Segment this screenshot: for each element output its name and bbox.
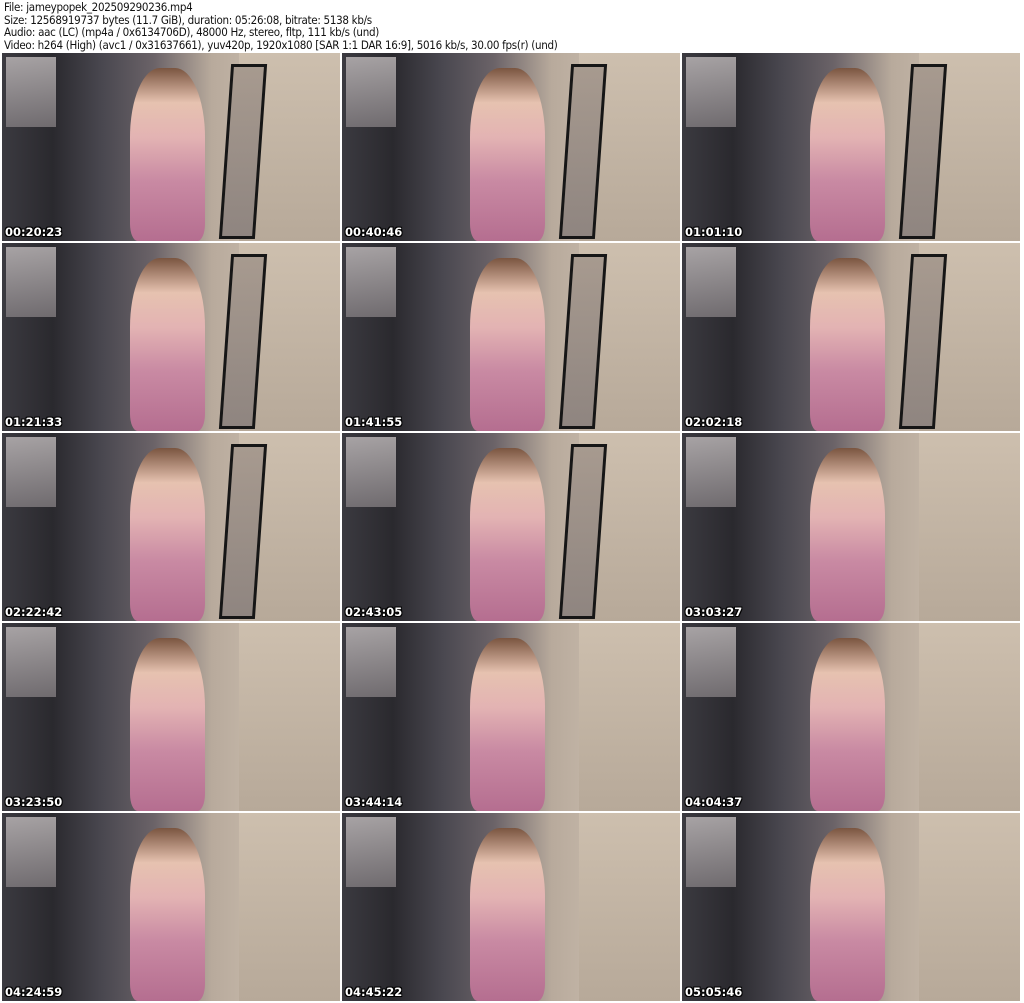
thumbnail-timestamp: 01:41:55 (345, 415, 403, 429)
thumbnail-grid: 00:20:23 00:40:46 01:01:10 01:21:33 01:41:55… (2, 53, 1020, 1001)
stream-overlay (346, 437, 396, 507)
video-thumbnail: 05:05:46 (682, 813, 1020, 1001)
person-figure (130, 448, 205, 621)
video-thumbnail: 02:22:42 (2, 433, 340, 621)
stream-overlay (346, 817, 396, 887)
room-wall (238, 813, 340, 1001)
stream-overlay (346, 57, 396, 127)
stream-overlay (686, 627, 736, 697)
thumbnail-timestamp: 05:05:46 (685, 985, 743, 999)
person-figure (470, 258, 545, 431)
room-wall (578, 623, 680, 811)
person-figure (470, 638, 545, 811)
video-thumbnail: 02:43:05 (342, 433, 680, 621)
person-figure (130, 258, 205, 431)
stream-overlay (6, 57, 56, 127)
thumbnail-timestamp: 01:21:33 (5, 415, 63, 429)
file-name: File: jameypopek_202509290236.mp4 (4, 0, 193, 14)
stream-overlay (6, 437, 56, 507)
room-wall (918, 623, 1020, 811)
person-figure (470, 828, 545, 1001)
thumbnail-timestamp: 04:45:22 (345, 985, 403, 999)
person-figure (130, 828, 205, 1001)
room-wall (918, 433, 1020, 621)
thumbnail-timestamp: 00:40:46 (345, 225, 403, 239)
thumbnail-timestamp: 02:22:42 (5, 605, 63, 619)
audio-info: Audio: aac (LC) (mp4a / 0x6134706D), 480… (4, 25, 379, 39)
room-wall (918, 813, 1020, 1001)
file-info-header: File: jameypopek_202509290236.mp4 Size: … (4, 1, 558, 51)
thumbnail-timestamp: 03:23:50 (5, 795, 63, 809)
video-thumbnail: 01:21:33 (2, 243, 340, 431)
video-thumbnail: 03:03:27 (682, 433, 1020, 621)
person-figure (810, 258, 885, 431)
person-figure (810, 828, 885, 1001)
thumbnail-timestamp: 00:20:23 (5, 225, 63, 239)
thumbnail-timestamp: 04:24:59 (5, 985, 63, 999)
video-thumbnail: 04:24:59 (2, 813, 340, 1001)
stream-overlay (686, 57, 736, 127)
room-wall (238, 623, 340, 811)
video-thumbnail: 04:45:22 (342, 813, 680, 1001)
stream-overlay (346, 247, 396, 317)
stream-overlay (686, 247, 736, 317)
person-figure (470, 68, 545, 241)
video-thumbnail: 01:01:10 (682, 53, 1020, 241)
person-figure (810, 638, 885, 811)
stream-overlay (346, 627, 396, 697)
stream-overlay (686, 437, 736, 507)
stream-overlay (6, 817, 56, 887)
thumbnail-timestamp: 02:43:05 (345, 605, 403, 619)
video-thumbnail: 03:44:14 (342, 623, 680, 811)
video-thumbnail: 00:40:46 (342, 53, 680, 241)
video-thumbnail: 03:23:50 (2, 623, 340, 811)
video-thumbnail: 04:04:37 (682, 623, 1020, 811)
thumbnail-timestamp: 03:03:27 (685, 605, 743, 619)
room-wall (578, 813, 680, 1001)
person-figure (470, 448, 545, 621)
video-thumbnail: 00:20:23 (2, 53, 340, 241)
video-thumbnail: 01:41:55 (342, 243, 680, 431)
person-figure (130, 68, 205, 241)
thumbnail-timestamp: 01:01:10 (685, 225, 743, 239)
stream-overlay (6, 247, 56, 317)
person-figure (810, 448, 885, 621)
thumbnail-timestamp: 03:44:14 (345, 795, 403, 809)
video-info: Video: h264 (High) (avc1 / 0x31637661), … (4, 37, 558, 52)
stream-overlay (6, 627, 56, 697)
person-figure (130, 638, 205, 811)
person-figure (810, 68, 885, 241)
thumbnail-timestamp: 04:04:37 (685, 795, 743, 809)
video-thumbnail: 02:02:18 (682, 243, 1020, 431)
stream-overlay (686, 817, 736, 887)
thumbnail-timestamp: 02:02:18 (685, 415, 743, 429)
